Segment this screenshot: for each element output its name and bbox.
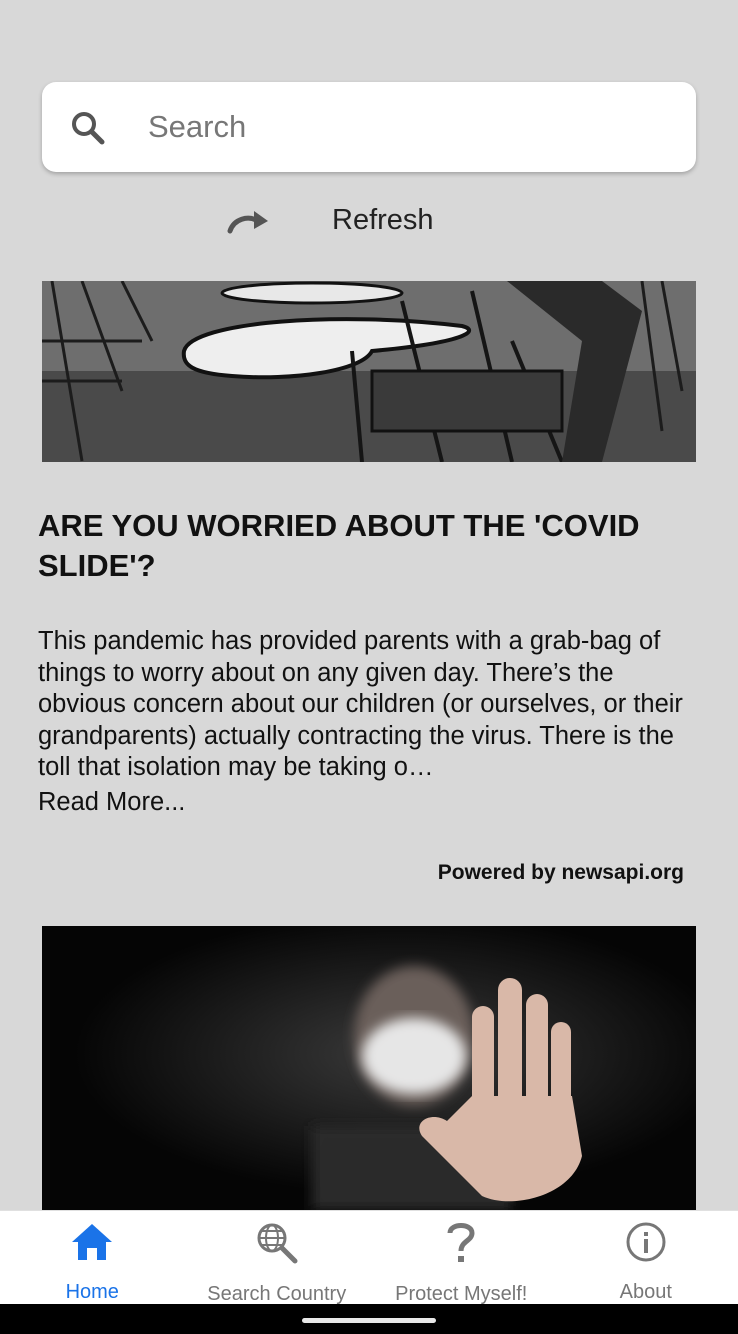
globe-search-icon: [254, 1221, 300, 1265]
refresh-label: Refresh: [332, 203, 434, 236]
read-more-link[interactable]: Read More...: [38, 788, 185, 817]
search-icon: [68, 108, 108, 148]
tab-search-country-label: Search Country: [207, 1283, 347, 1305]
tab-about-label: About: [619, 1281, 672, 1303]
tab-search-country[interactable]: Search Country: [185, 1211, 370, 1305]
info-icon: [623, 1221, 669, 1263]
article-title[interactable]: ARE YOU WORRIED ABOUT THE 'COVID SLIDE'?: [38, 506, 698, 586]
powered-by-credit: Powered by newsapi.org: [437, 861, 684, 884]
tab-protect-myself-label: Protect Myself!: [395, 1283, 528, 1305]
search-input[interactable]: [148, 102, 668, 152]
question-icon: [438, 1221, 484, 1265]
article-description: This pandemic has provided parents with …: [38, 627, 683, 781]
tab-home-label: Home: [65, 1281, 119, 1303]
tab-about[interactable]: About: [554, 1211, 738, 1304]
article-image-masked-person[interactable]: [42, 926, 696, 1210]
tab-home[interactable]: Home: [0, 1211, 185, 1304]
search-bar[interactable]: [42, 82, 696, 172]
redo-icon: [226, 205, 270, 235]
bottom-tab-bar: Home Search Country Protect Myself! Abou…: [0, 1210, 738, 1305]
home-gesture-handle[interactable]: [302, 1318, 436, 1323]
home-icon: [69, 1221, 115, 1263]
tab-protect-myself[interactable]: Protect Myself!: [369, 1211, 554, 1305]
refresh-button[interactable]: Refresh: [226, 196, 526, 244]
system-nav-bar: [0, 1304, 738, 1334]
article-image-classroom[interactable]: [42, 281, 696, 462]
